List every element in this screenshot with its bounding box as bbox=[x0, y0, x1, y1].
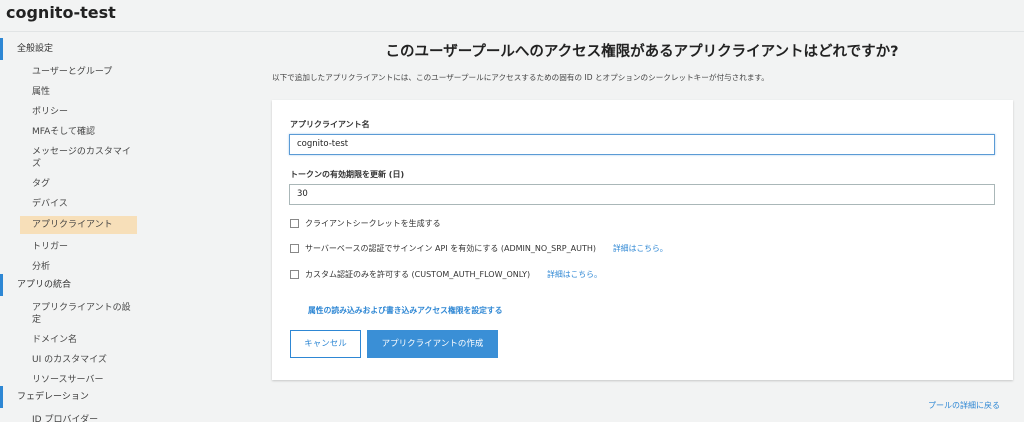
admin-no-srp-auth-learn-more-link[interactable]: 詳細はこちら。 bbox=[613, 243, 668, 254]
admin-no-srp-auth-label: サーバーベースの認証でサインイン API を有効にする (ADMIN_NO_SR… bbox=[305, 244, 596, 253]
custom-auth-only-label: カスタム認証のみを許可する (CUSTOM_AUTH_FLOW_ONLY) bbox=[305, 270, 531, 279]
cancel-button[interactable]: キャンセル bbox=[290, 330, 361, 358]
custom-auth-only-option[interactable]: カスタム認証のみを許可する (CUSTOM_AUTH_FLOW_ONLY) 詳細… bbox=[290, 269, 602, 280]
token-expiry-label: トークンの有効期限を更新 (日) bbox=[290, 170, 405, 179]
client-name-label: アプリクライアント名 bbox=[290, 120, 370, 129]
sidebar-item-devices[interactable]: デバイス bbox=[0, 198, 150, 210]
create-app-client-button[interactable]: アプリクライアントの作成 bbox=[367, 330, 498, 358]
app-client-form: アプリクライアント名 cognito-test トークンの有効期限を更新 (日)… bbox=[272, 100, 1013, 380]
back-to-pool-details-link[interactable]: プールの詳細に戻る bbox=[928, 400, 1000, 411]
top-bar: cognito-test bbox=[0, 0, 1024, 32]
page-description: 以下で追加したアプリクライアントには、このユーザープールにアクセスするための固有… bbox=[272, 73, 769, 82]
sidebar: 全般設定 ユーザーとグループ 属性 ポリシー MFAそして確認 メッセージのカス… bbox=[0, 36, 150, 422]
sidebar-item-identity-providers[interactable]: ID プロバイダー bbox=[0, 414, 150, 422]
client-name-input[interactable]: cognito-test bbox=[289, 134, 995, 155]
sidebar-section-app-integration[interactable]: アプリの統合 bbox=[0, 274, 150, 296]
sidebar-item-policies[interactable]: ポリシー bbox=[0, 106, 150, 118]
sidebar-section-general[interactable]: 全般設定 bbox=[0, 38, 150, 60]
sidebar-item-users-groups[interactable]: ユーザーとグループ bbox=[0, 66, 150, 78]
generate-secret-option[interactable]: クライアントシークレットを生成する bbox=[290, 218, 441, 229]
generate-secret-label: クライアントシークレットを生成する bbox=[305, 219, 441, 228]
sidebar-item-mfa[interactable]: MFAそして確認 bbox=[0, 126, 150, 138]
sidebar-item-attributes[interactable]: 属性 bbox=[0, 86, 150, 98]
page-heading: このユーザープールへのアクセス権限があるアプリクライアントはどれですか? bbox=[385, 44, 899, 60]
admin-no-srp-auth-checkbox[interactable] bbox=[290, 244, 299, 253]
sidebar-item-tags[interactable]: タグ bbox=[0, 178, 150, 190]
custom-auth-only-checkbox[interactable] bbox=[290, 270, 299, 279]
sidebar-section-federation[interactable]: フェデレーション bbox=[0, 386, 150, 408]
custom-auth-only-learn-more-link[interactable]: 詳細はこちら。 bbox=[547, 269, 602, 280]
sidebar-item-ui-customization[interactable]: UI のカスタマイズ bbox=[0, 354, 150, 366]
generate-secret-checkbox[interactable] bbox=[290, 219, 299, 228]
sidebar-item-resource-servers[interactable]: リソースサーバー bbox=[0, 374, 150, 386]
sidebar-item-analytics[interactable]: 分析 bbox=[0, 261, 150, 273]
sidebar-item-domain-name[interactable]: ドメイン名 bbox=[0, 334, 150, 346]
sidebar-item-triggers[interactable]: トリガー bbox=[0, 241, 150, 253]
token-expiry-input[interactable]: 30 bbox=[289, 184, 995, 205]
admin-no-srp-auth-option[interactable]: サーバーベースの認証でサインイン API を有効にする (ADMIN_NO_SR… bbox=[290, 243, 668, 254]
pool-title: cognito-test bbox=[6, 3, 116, 22]
sidebar-item-message-customization[interactable]: メッセージのカスタマイズ bbox=[0, 146, 132, 170]
sidebar-item-app-client-settings[interactable]: アプリクライアントの設定 bbox=[0, 302, 132, 326]
sidebar-item-app-clients[interactable]: アプリクライアント bbox=[20, 216, 137, 234]
attribute-permissions-link[interactable]: 属性の読み込みおよび書き込みアクセス権限を設定する bbox=[308, 305, 503, 316]
